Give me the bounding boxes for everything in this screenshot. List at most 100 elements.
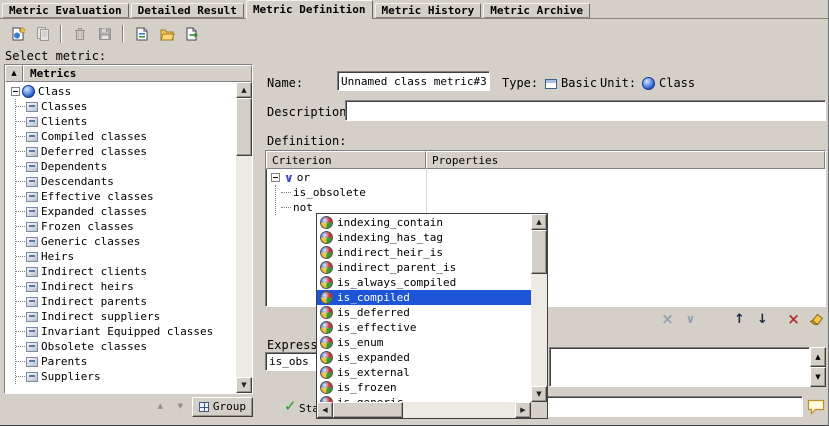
and-cross-icon[interactable] [659,311,676,328]
name-label: Name: [267,76,303,90]
tree-item[interactable]: Indirect clients [16,264,236,279]
tree-item[interactable]: Descendants [16,174,236,189]
tab[interactable]: Metric Evaluation [2,3,129,18]
tree-vertical-scrollbar[interactable] [236,82,252,393]
metric-icon [26,207,38,217]
dropdown-item[interactable]: is_always_compiled [317,275,531,290]
description-field[interactable] [345,100,826,121]
dropdown-item[interactable]: is_generic [317,395,531,402]
dropdown-item[interactable]: is_compiled [317,290,531,305]
tree-item[interactable]: Indirect parents [16,294,236,309]
metrics-column-header[interactable]: Metrics [23,65,252,82]
comment-field[interactable] [545,396,803,417]
class-unit-icon [642,77,655,90]
new-metric-icon[interactable] [6,23,29,46]
tab[interactable]: Metric History [375,3,482,18]
delete-metric-icon[interactable] [68,23,91,46]
group-button[interactable]: Group [192,397,253,417]
move-metric-up-button[interactable] [152,398,169,415]
move-metric-down-button[interactable] [172,398,189,415]
scroll-down-button[interactable] [236,377,252,393]
move-down-icon[interactable] [754,311,771,328]
tree-item[interactable]: Frozen classes [16,219,236,234]
dropdown-vertical-scrollbar[interactable] [531,214,547,402]
metric-icon [26,327,38,337]
scroll-right-icon [520,407,525,414]
collapse-icon[interactable] [271,173,280,182]
move-up-icon[interactable] [731,311,748,328]
criterion-column-header[interactable]: Criterion [266,151,426,169]
tree-item[interactable]: Indirect suppliers [16,309,236,324]
tree-item-label: Heirs [41,250,74,263]
tree-item[interactable]: Compiled classes [16,129,236,144]
open-folder-icon[interactable] [155,23,178,46]
tree-item[interactable]: Expanded classes [16,204,236,219]
sort-header-cell[interactable] [5,65,23,82]
eraser-icon[interactable] [808,311,825,328]
or-icon[interactable] [682,311,699,328]
tree-item[interactable]: Heirs [16,249,236,264]
sort-ascending-icon [11,70,16,77]
delete-criterion-icon[interactable] [785,311,802,328]
dropdown-item[interactable]: indexing_has_tag [317,230,531,245]
collapse-icon[interactable] [11,87,20,96]
tree-item[interactable]: Dependents [16,159,236,174]
copy-metric-icon[interactable] [31,23,54,46]
tab[interactable]: Metric Definition [246,0,373,19]
tree-item[interactable]: Invariant Equipped classes [16,324,236,339]
class-unit-icon [22,85,35,98]
scrollbar-thumb[interactable] [236,98,252,156]
dropdown-item[interactable]: is_deferred [317,305,531,320]
scroll-up-button[interactable] [531,214,547,230]
scroll-up-button[interactable] [810,347,826,367]
dropdown-item[interactable]: is_expanded [317,350,531,365]
down-arrow-icon [178,403,183,410]
comment-bubble-icon[interactable] [806,398,826,418]
tree-item[interactable]: Deferred classes [16,144,236,159]
dropdown-item[interactable]: is_frozen [317,380,531,395]
tab[interactable]: Detailed Result [131,3,244,18]
dropdown-item[interactable]: indirect_heir_is [317,245,531,260]
dropdown-item[interactable]: is_effective [317,320,531,335]
tree-item-label: Suppliers [41,370,101,383]
page-glyph [134,26,150,42]
metrics-tree: Class Classes Clients [5,82,236,393]
tree-root-class[interactable]: Class [11,84,236,99]
export-metric-icon[interactable] [180,23,203,46]
scroll-down-button[interactable] [810,367,826,387]
tree-item[interactable]: Indirect heirs [16,279,236,294]
dropdown-item[interactable]: is_external [317,365,531,380]
scrollbar-thumb[interactable] [333,402,403,418]
dropdown-item[interactable]: is_enum [317,335,531,350]
criterion-icon [320,261,333,274]
tree-item[interactable]: Classes [16,99,236,114]
or-glyph [686,313,696,325]
dropdown-item-label: is_enum [337,336,383,349]
tree-item[interactable]: Suppliers [16,369,236,384]
scrollbar-thumb[interactable] [531,230,547,274]
tree-item[interactable]: Obsolete classes [16,339,236,354]
dropdown-item[interactable]: indirect_parent_is [317,260,531,275]
tree-item[interactable]: Parents [16,354,236,369]
criterion-label: is_obsolete [293,186,366,199]
scroll-left-button[interactable] [317,402,333,418]
scroll-up-button[interactable] [236,82,252,98]
tree-item[interactable]: Clients [16,114,236,129]
criterion-row-or[interactable]: or [266,170,825,185]
name-field[interactable] [337,71,490,91]
tree-item[interactable]: Generic classes [16,234,236,249]
save-metric-icon[interactable] [93,23,116,46]
scroll-down-button[interactable] [531,386,547,402]
tab[interactable]: Metric Archive [483,3,590,18]
criterion-icon [320,216,333,229]
criterion-icon [320,336,333,349]
tree-item-label: Generic classes [41,235,140,248]
criterion-row-is-obsolete[interactable]: is_obsolete [276,185,825,200]
new-metric-file-icon[interactable] [130,23,153,46]
dropdown-horizontal-scrollbar[interactable] [317,402,531,418]
dropdown-item[interactable]: indexing_contain [317,215,531,230]
scroll-right-button[interactable] [515,402,531,418]
properties-column-header[interactable]: Properties [426,151,825,169]
tree-item[interactable]: Effective classes [16,189,236,204]
expression-view[interactable] [549,347,810,387]
